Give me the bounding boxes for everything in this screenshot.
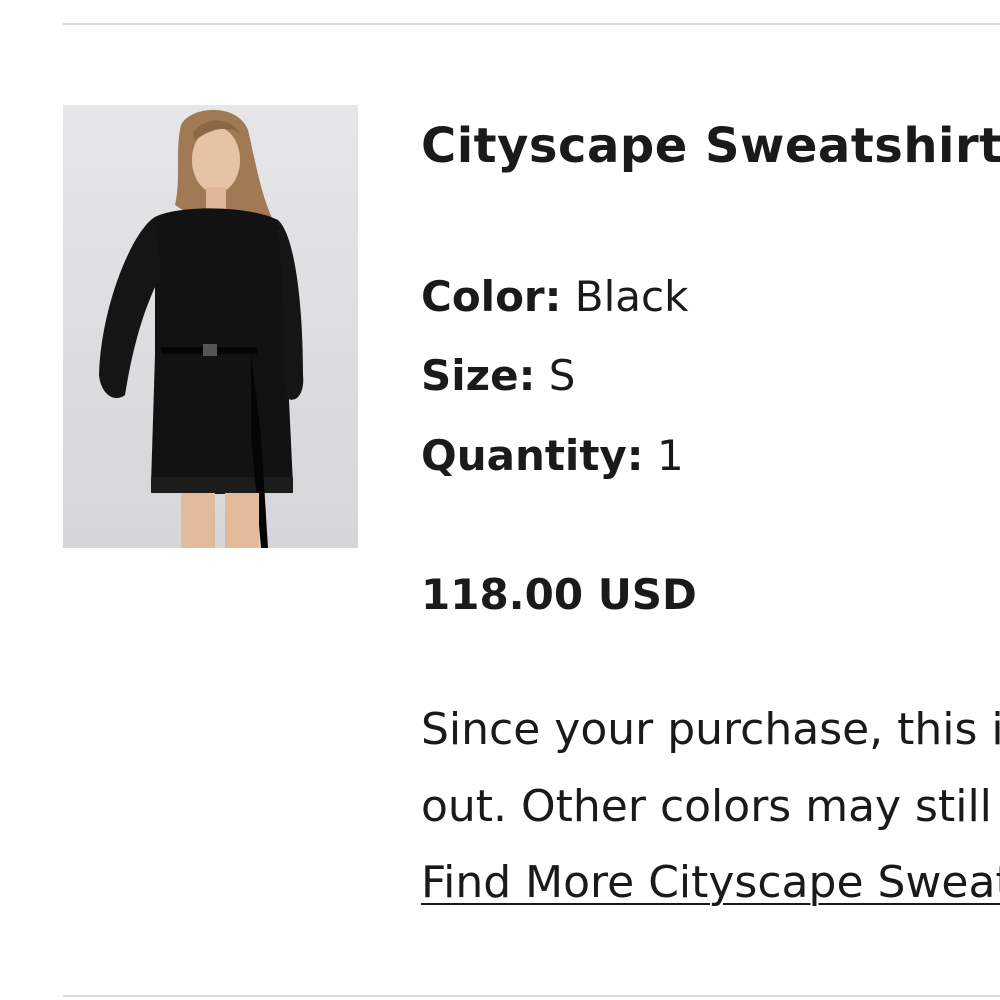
- sold-out-notice-line-2: out. Other colors may still be available…: [421, 781, 1000, 832]
- product-title[interactable]: Cityscape Sweatshirt: [421, 118, 1000, 174]
- order-item-details: Cityscape Sweatshirt Color: Black Size: …: [421, 0, 1000, 1000]
- color-attribute: Color: Black: [421, 276, 688, 318]
- product-image[interactable]: [63, 105, 358, 548]
- size-label: Size:: [421, 351, 536, 400]
- size-attribute: Size: S: [421, 355, 575, 397]
- model-illustration: [99, 109, 304, 548]
- color-value: Black: [574, 272, 689, 321]
- size-value: S: [548, 351, 576, 400]
- bottom-divider: [63, 995, 1000, 997]
- quantity-attribute: Quantity: 1: [421, 435, 684, 477]
- quantity-value: 1: [656, 431, 684, 480]
- product-price: 118.00 USD: [421, 570, 697, 619]
- find-more-link[interactable]: Find More Cityscape Sweatshirts: [421, 857, 1000, 908]
- sold-out-notice-line-1: Since your purchase, this item has sold: [421, 704, 1000, 755]
- quantity-label: Quantity:: [421, 431, 644, 480]
- color-label: Color:: [421, 272, 562, 321]
